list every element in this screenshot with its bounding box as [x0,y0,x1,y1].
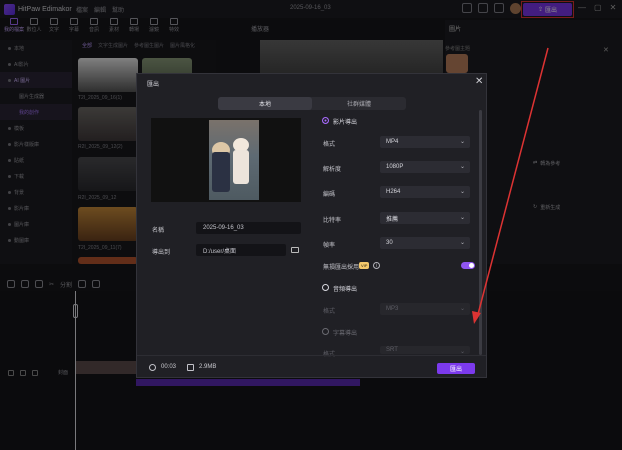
arrow-head-icon [472,311,481,324]
arrow-line [476,47,549,319]
app-window: HitPaw Edimakor 檔案 編輯 幫助 2025-09-16_03 ⇪… [0,0,622,450]
annotation-arrow [472,47,549,324]
